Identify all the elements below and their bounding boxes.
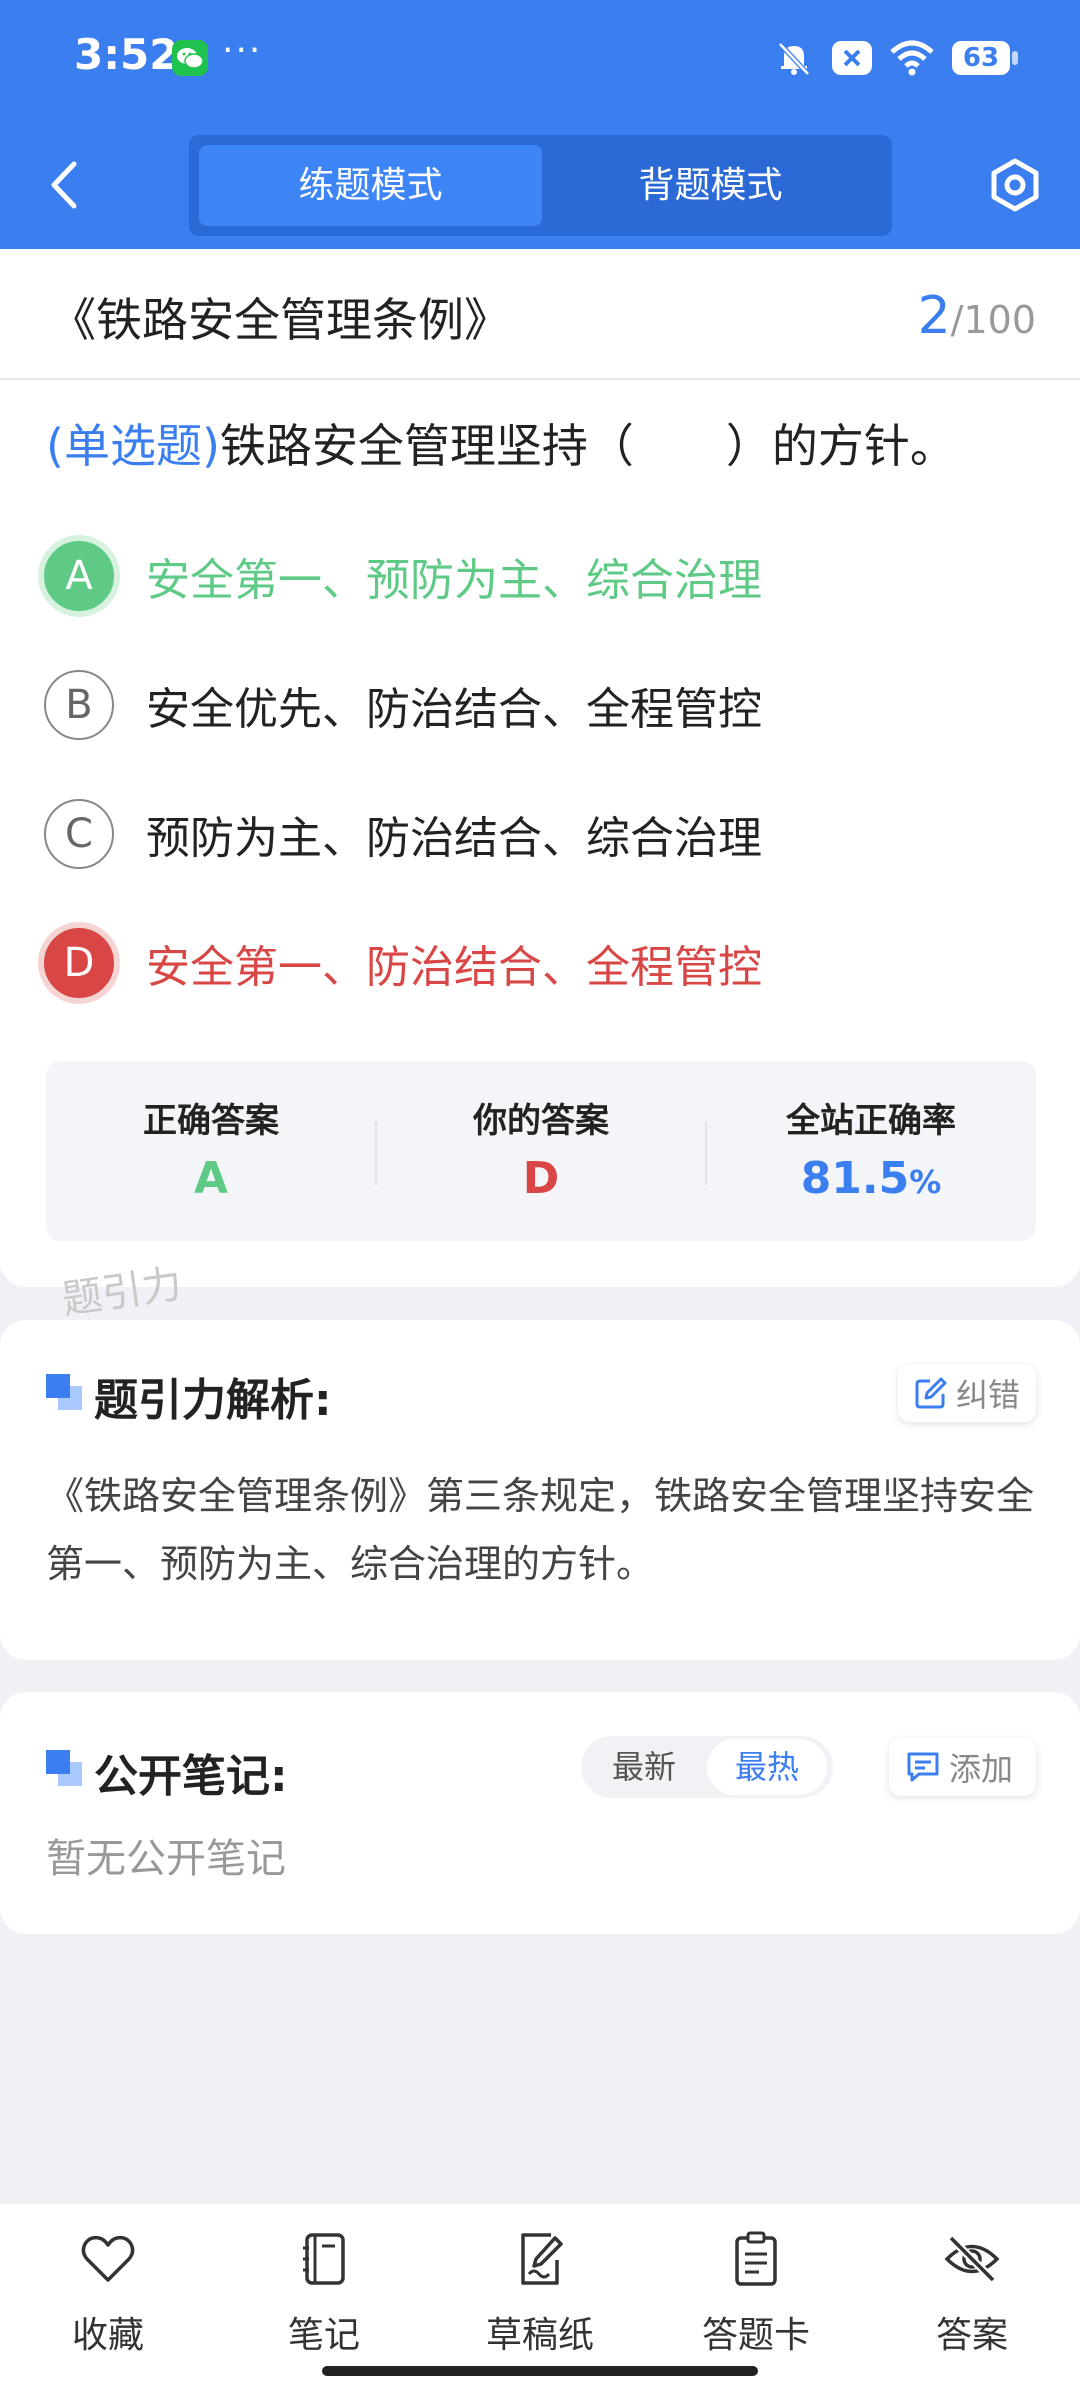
your-answer-value: D [522, 1153, 560, 1204]
your-answer-label: 你的答案 [473, 1101, 609, 1141]
question-type: (单选题) [46, 419, 220, 473]
analysis-title: 题引力解析: [94, 1375, 332, 1426]
accuracy-col: 全站正确率 81.5% [706, 1061, 1036, 1241]
nav-label: 草稿纸 [485, 2315, 594, 2356]
close-badge-icon [832, 41, 872, 75]
nav-label: 收藏 [71, 2315, 144, 2356]
status-time: 3:52 [74, 30, 179, 79]
accuracy-unit: % [909, 1163, 942, 1201]
notes-title: 公开笔记: [94, 1751, 288, 1802]
section-icon [46, 1374, 82, 1410]
settings-icon[interactable] [988, 158, 1042, 212]
status-more: ··· [222, 30, 263, 71]
tab-recite-mode[interactable]: 背题模式 [539, 145, 882, 226]
nav-label: 笔记 [287, 2315, 360, 2356]
heart-icon [81, 2235, 135, 2282]
nav-draft[interactable]: 草稿纸 [432, 2230, 648, 2358]
option-letter: A [44, 541, 114, 611]
question-progress: 2/100 [918, 286, 1036, 346]
sort-newest[interactable]: 最新 [581, 1736, 707, 1798]
analysis-text: 《铁路安全管理条例》第三条规定，铁路安全管理坚持安全第一、预防为主、综合治理的方… [46, 1474, 1035, 1586]
empty-notes-text: 暂无公开笔记 [46, 1836, 286, 1882]
tab-practice-mode[interactable]: 练题模式 [199, 145, 542, 226]
question-text-row: (单选题)铁路安全管理坚持（ ）的方针。 [46, 410, 956, 476]
edit-icon [915, 1377, 947, 1409]
battery-level: 63 [962, 43, 1000, 73]
nav-notes[interactable]: 笔记 [216, 2230, 432, 2358]
bell-muted-icon [778, 42, 810, 76]
your-answer-col: 你的答案 D [376, 1061, 706, 1241]
section-icon [46, 1750, 82, 1786]
nav-answer-card[interactable]: 答题卡 [648, 2230, 864, 2358]
add-note-label: 添加 [949, 1750, 1014, 1788]
current-question-number: 2 [917, 286, 951, 346]
nav-label: 答题卡 [701, 2315, 810, 2356]
option-letter: D [44, 928, 114, 998]
option-text: 安全优先、防治结合、全程管控 [146, 684, 762, 735]
divider [0, 378, 1080, 380]
accuracy-label: 全站正确率 [786, 1101, 956, 1141]
accuracy-value: 81.5 [800, 1153, 910, 1204]
option-text: 安全第一、防治结合、全程管控 [146, 942, 762, 993]
report-error-button[interactable]: 纠错 [898, 1364, 1036, 1422]
nav-favorite[interactable]: 收藏 [0, 2230, 216, 2358]
notebook-icon [303, 2233, 345, 2285]
option-c[interactable]: C 预防为主、防治结合、综合治理 [44, 794, 762, 874]
notes-sort-switch: 最新 最热 [581, 1736, 833, 1798]
option-b[interactable]: B 安全优先、防治结合、全程管控 [44, 665, 762, 745]
correct-answer-value: A [193, 1153, 229, 1204]
notes-card [0, 1692, 1080, 1934]
battery-icon: 63 [952, 41, 1018, 75]
accuracy-value-row: 81.5% [706, 1153, 1036, 1204]
option-text: 安全第一、预防为主、综合治理 [146, 555, 762, 606]
add-note-button[interactable]: 添加 [889, 1738, 1036, 1796]
document-title: 《铁路安全管理条例》 [50, 293, 510, 347]
option-letter: C [44, 799, 114, 869]
status-icons: 63 [774, 38, 1018, 78]
comment-icon [907, 1752, 939, 1782]
correct-answer-label: 正确答案 [143, 1101, 279, 1141]
option-a[interactable]: A 安全第一、预防为主、综合治理 [44, 536, 762, 616]
total-question-count: /100 [950, 298, 1036, 342]
wechat-icon [172, 40, 208, 76]
report-error-label: 纠错 [956, 1376, 1021, 1414]
correct-answer-col: 正确答案 A [46, 1061, 376, 1241]
draft-icon [521, 2233, 563, 2285]
option-letter: B [44, 670, 114, 740]
option-text: 预防为主、防治结合、综合治理 [146, 813, 762, 864]
answer-card-icon [735, 2231, 777, 2286]
nav-answer[interactable]: 答案 [864, 2230, 1080, 2358]
back-icon[interactable] [40, 156, 90, 214]
answer-summary: 正确答案 A 你的答案 D 全站正确率 81.5% [46, 1061, 1036, 1241]
option-d[interactable]: D 安全第一、防治结合、全程管控 [44, 923, 762, 1003]
eye-off-icon [944, 2235, 1000, 2283]
sort-hottest[interactable]: 最热 [707, 1739, 827, 1795]
home-indicator[interactable] [322, 2366, 758, 2376]
top-header: 3:52 ··· 63 练题模式 背题模式 [0, 0, 1080, 249]
nav-label: 答案 [935, 2315, 1008, 2356]
mode-switch: 练题模式 背题模式 [189, 135, 892, 236]
wifi-icon [890, 40, 934, 76]
question-text: 铁路安全管理坚持（ ）的方针。 [219, 419, 956, 473]
